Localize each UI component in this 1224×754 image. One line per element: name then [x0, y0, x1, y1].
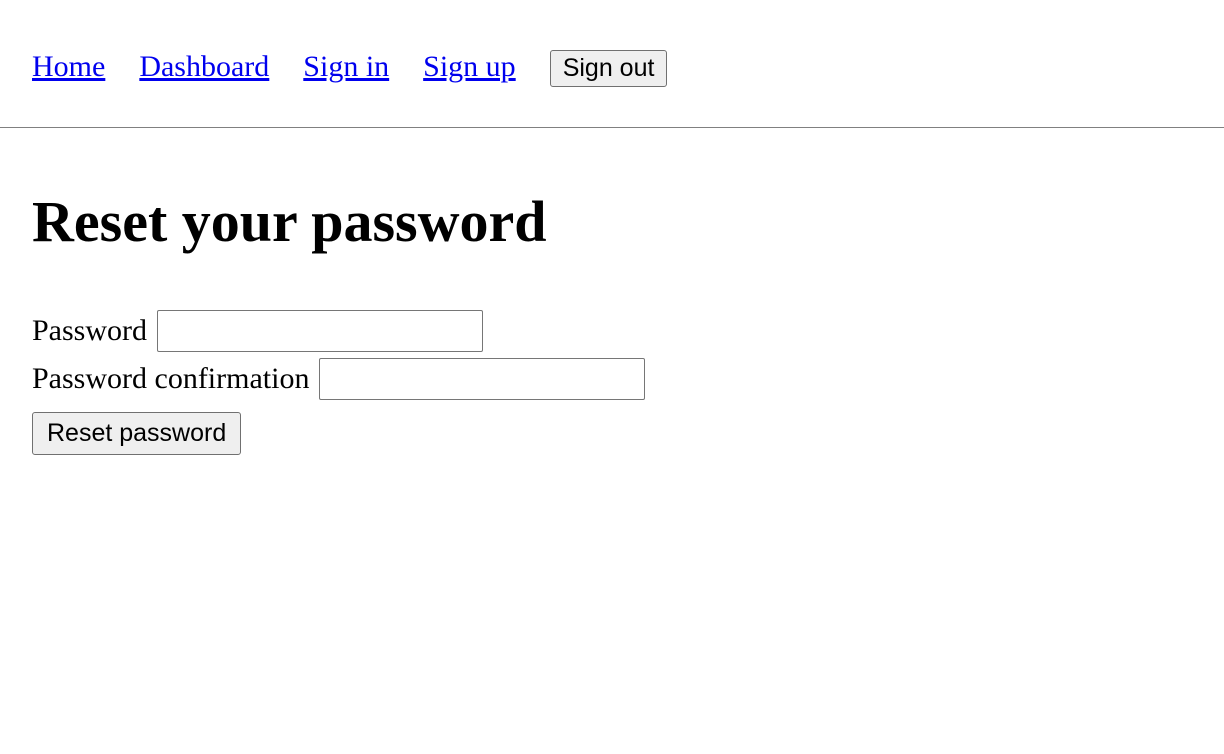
main-nav: Home Dashboard Sign in Sign up Sign out: [32, 50, 1192, 87]
page-header: Home Dashboard Sign in Sign up Sign out: [0, 0, 1224, 128]
nav-home-link[interactable]: Home: [32, 50, 105, 84]
nav-dashboard-link[interactable]: Dashboard: [139, 50, 269, 84]
main-content: Reset your password Password Password co…: [0, 128, 1224, 487]
page-title: Reset your password: [32, 188, 1192, 255]
password-row: Password: [32, 310, 1192, 352]
password-confirmation-row: Password confirmation: [32, 358, 1192, 400]
signout-button[interactable]: Sign out: [550, 50, 668, 87]
password-confirmation-input[interactable]: [319, 358, 645, 400]
nav-signin-link[interactable]: Sign in: [303, 50, 389, 84]
password-input[interactable]: [157, 310, 483, 352]
reset-password-form: Password Password confirmation Reset pas…: [32, 310, 1192, 455]
password-label: Password: [32, 314, 147, 348]
nav-signup-link[interactable]: Sign up: [423, 50, 516, 84]
reset-password-button[interactable]: Reset password: [32, 412, 241, 455]
password-confirmation-label: Password confirmation: [32, 362, 309, 396]
